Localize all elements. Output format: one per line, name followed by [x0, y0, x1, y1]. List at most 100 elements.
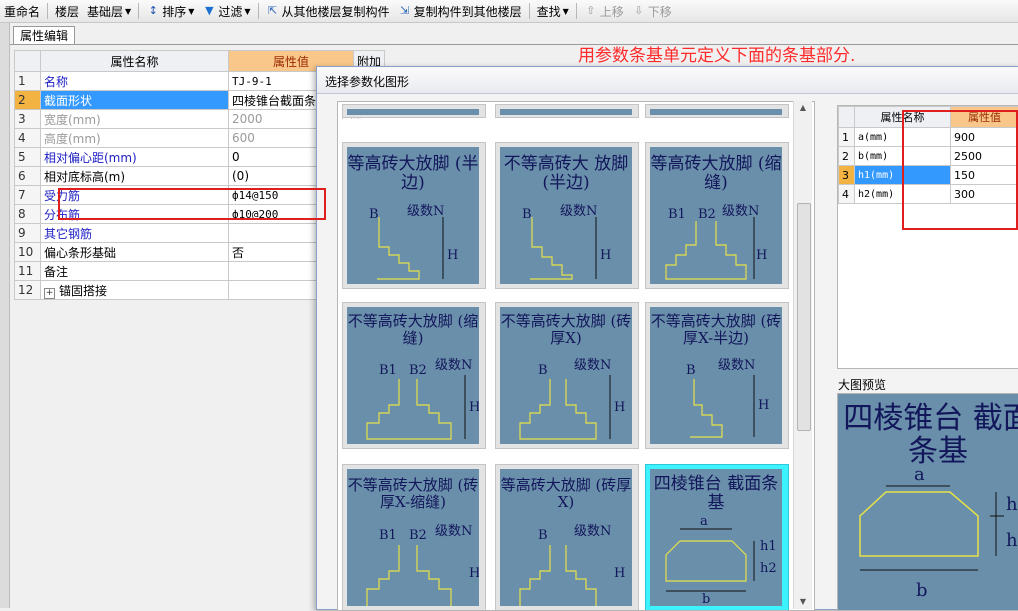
dialog-title: 选择参数化图形	[325, 73, 409, 90]
shape-label: B	[369, 207, 379, 222]
scroll-up-icon[interactable]: ▲	[797, 103, 809, 112]
property-name[interactable]: 名称	[41, 72, 229, 91]
rename-button[interactable]: 重命名	[0, 1, 44, 21]
shape-thumbnail-selected[interactable]: 四棱锥台 截面条基 a h1 h2 b	[645, 464, 789, 611]
property-name[interactable]: 高度(mm)	[41, 129, 229, 148]
floor-select-value: 基础层	[87, 3, 123, 20]
row-number: 4	[15, 129, 41, 148]
expand-plus-icon[interactable]: +	[44, 288, 55, 299]
shape-list: 图形 等高砖大放脚 (半边) B 级数N H 不等高砖大 放脚(半边) B	[337, 101, 815, 611]
shape-label: 级数N	[560, 204, 597, 219]
grid-corner	[15, 51, 41, 72]
property-name[interactable]: 其它钢筋	[41, 224, 229, 243]
footing-outline	[377, 217, 419, 279]
shape-label: B2	[409, 528, 427, 543]
param-corner	[839, 107, 855, 128]
chevron-down-icon: ▼	[125, 7, 131, 16]
shape-thumbnail-partial[interactable]	[645, 104, 789, 118]
shape-list-scrollbar[interactable]: ▲ ▼	[793, 101, 812, 609]
shape-thumbnail[interactable]: 不等高砖大 放脚(半边) B 级数N H	[495, 142, 639, 289]
move-down-button[interactable]: ⇩下移	[628, 1, 676, 21]
row-number: 2	[15, 91, 41, 110]
rename-label: 重命名	[4, 3, 40, 20]
shape-thumbnail[interactable]: 不等高砖大放脚 (缩缝) B1 B2 级数N H	[342, 302, 486, 449]
floor-select[interactable]: 基础层▼	[83, 1, 135, 21]
property-name[interactable]: 相对底标高(m)	[41, 167, 229, 186]
brick-footing-diagram: B1 B2 级数N H	[650, 147, 782, 284]
preview-label-h2: h	[1006, 530, 1018, 551]
shape-thumbnail-canvas: 不等高砖大放脚 (砖厚X) B 级数N H	[500, 307, 632, 444]
property-name[interactable]: 截面形状	[41, 91, 229, 110]
property-name[interactable]: 相对偏心距(mm)	[41, 148, 229, 167]
footing-outline	[520, 379, 596, 439]
shape-label: H	[469, 566, 479, 581]
scroll-down-icon[interactable]: ▼	[797, 597, 809, 606]
highlight-box-params	[902, 110, 1018, 230]
shape-label: H	[614, 566, 625, 581]
footing-outline	[666, 221, 746, 279]
shape-thumbnail-canvas	[347, 109, 479, 115]
shape-thumbnail[interactable]: 不等高砖大放脚 (砖厚X) B 级数N H	[495, 302, 639, 449]
shape-thumbnail-partial[interactable]	[342, 104, 486, 118]
move-up-button[interactable]: ⇧上移	[580, 1, 628, 21]
shape-label: 级数N	[718, 358, 755, 373]
row-number: 7	[15, 186, 41, 205]
find-button[interactable]: 查找▼	[533, 1, 573, 21]
tab-property-edit[interactable]: 属性编辑	[13, 26, 75, 45]
shape-thumbnail[interactable]: 等高砖大放脚 (缩缝) B1 B2 级数N H	[645, 142, 789, 289]
shape-label: b	[702, 592, 710, 606]
shape-label: B	[538, 363, 548, 378]
arrow-up-icon: ⇧	[584, 4, 598, 18]
brick-footing-diagram: B 级数N H	[500, 469, 632, 606]
shape-thumbnail[interactable]: 等高砖大放脚 (半边) B 级数N H	[342, 142, 486, 289]
shape-thumbnail-canvas: 等高砖大放脚 (缩缝) B1 B2 级数N H	[650, 147, 782, 284]
shape-label: B	[522, 207, 532, 222]
trapezoid-footing-diagram: a h1 h2 b	[650, 469, 782, 606]
footing-outline	[520, 545, 596, 606]
shape-label: B1	[379, 363, 397, 378]
footing-outline	[666, 541, 746, 581]
brick-footing-diagram: B 级数N H	[650, 307, 782, 444]
shape-label: H	[600, 248, 611, 263]
property-name[interactable]: +锚固搭接	[41, 281, 229, 300]
row-number: 12	[15, 281, 41, 300]
brick-footing-diagram: B 级数N H	[347, 147, 479, 284]
property-name[interactable]: 备注	[41, 262, 229, 281]
shape-label: 级数N	[574, 358, 611, 373]
shape-label: B1	[379, 528, 397, 543]
row-number: 8	[15, 205, 41, 224]
shape-label: B	[686, 363, 696, 378]
row-number: 1	[15, 72, 41, 91]
shape-label: 级数N	[722, 204, 759, 219]
shape-thumbnail-partial[interactable]	[495, 104, 639, 118]
dialog-titlebar[interactable]: 选择参数化图形	[317, 67, 1018, 94]
property-name[interactable]: 偏心条形基础	[41, 243, 229, 262]
chevron-down-icon: ▼	[563, 7, 569, 16]
shape-thumbnail-canvas: 不等高砖大 放脚(半边) B 级数N H	[500, 147, 632, 284]
brick-footing-diagram: B 级数N H	[500, 307, 632, 444]
shape-thumbnail[interactable]: 不等高砖大放脚 (砖厚X-半边) B 级数N H	[645, 302, 789, 449]
shape-thumbnail-canvas: 等高砖大放脚 (半边) B 级数N H	[347, 147, 479, 284]
sort-icon: ↕	[146, 4, 160, 18]
grid-header-name[interactable]: 属性名称	[41, 51, 229, 72]
shape-label: 级数N	[435, 358, 472, 373]
preview-label-b: b	[916, 580, 928, 601]
shape-thumbnail-canvas: 不等高砖大放脚 (砖厚X-缩缝) B1 B2 级数N H	[347, 469, 479, 606]
scrollbar-thumb[interactable]	[797, 203, 811, 431]
shape-label: 级数N	[435, 524, 472, 539]
floor-label-text: 楼层	[55, 3, 79, 20]
shape-thumbnail[interactable]: 不等高砖大放脚 (砖厚X-缩缝) B1 B2 级数N H	[342, 464, 486, 611]
move-up-label: 上移	[600, 3, 624, 20]
sort-button[interactable]: ↕排序▼	[142, 1, 198, 21]
find-label: 查找	[537, 3, 561, 20]
property-name[interactable]: 宽度(mm)	[41, 110, 229, 129]
copy-to-icon: ⇲	[398, 4, 412, 18]
toolbar-separator	[138, 3, 139, 19]
copy-to-floor-button[interactable]: ⇲复制构件到其他楼层	[394, 1, 526, 21]
shape-label: B1	[668, 207, 686, 222]
copy-from-floor-button[interactable]: ⇱从其他楼层复制构件	[262, 1, 394, 21]
filter-button[interactable]: ▼过滤▼	[198, 1, 254, 21]
preview-label-h1: h	[1006, 494, 1018, 515]
shape-label: B2	[698, 207, 716, 222]
shape-thumbnail[interactable]: 等高砖大放脚 (砖厚X) B 级数N H	[495, 464, 639, 611]
